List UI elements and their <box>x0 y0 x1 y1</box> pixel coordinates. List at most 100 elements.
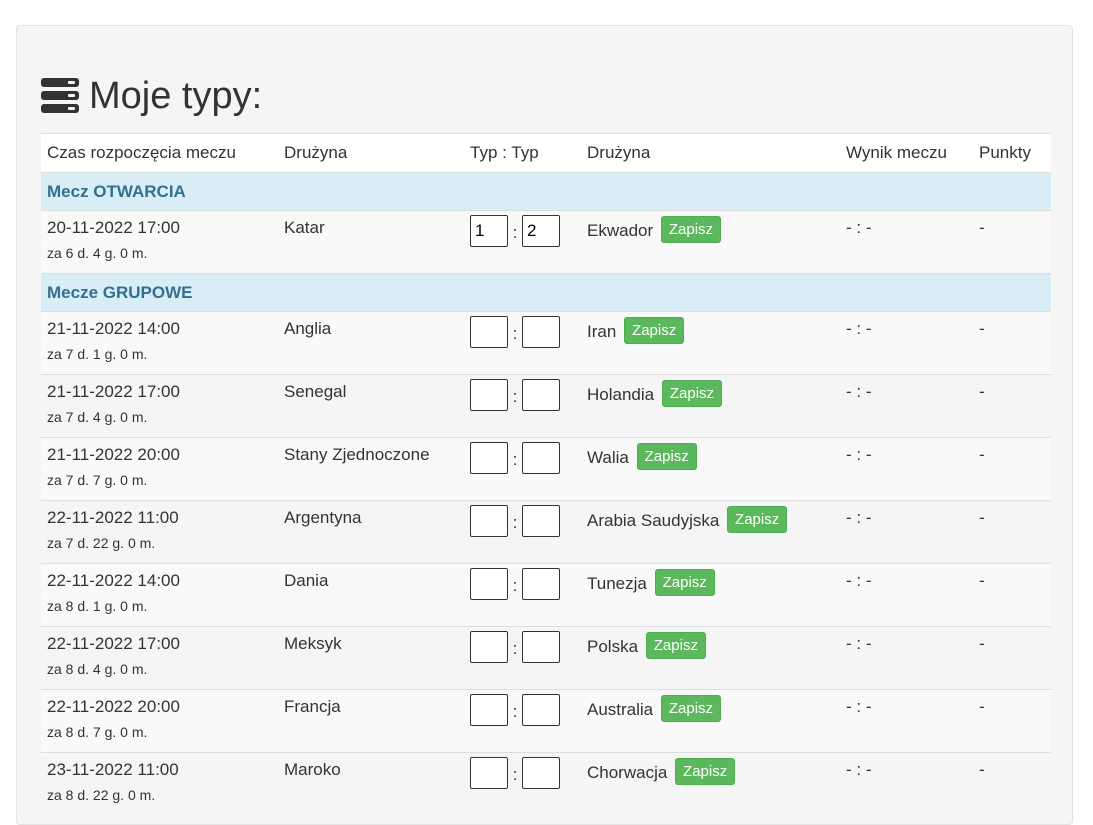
away-team-cell: Chorwacja Zapisz <box>581 752 840 816</box>
match-result: - : - <box>840 500 973 564</box>
group-title: Mecz OTWARCIA <box>41 172 1051 211</box>
score-separator: : <box>512 702 518 721</box>
away-team: Arabia Saudyjska <box>587 510 720 530</box>
points: - <box>973 311 1051 375</box>
start-time-cell: 21-11-2022 14:00 za 7 d. 1 g. 0 m. <box>41 311 278 375</box>
page-header: Moje typy: <box>41 74 262 118</box>
score-separator: : <box>512 513 518 532</box>
points: - <box>973 752 1051 816</box>
tip-home-input[interactable] <box>470 631 508 663</box>
tip-cell: : <box>464 752 581 816</box>
match-result: - : - <box>840 626 973 690</box>
score-separator: : <box>512 324 518 343</box>
away-team-cell: Australia Zapisz <box>581 689 840 753</box>
start-time-cell: 21-11-2022 20:00 za 7 d. 7 g. 0 m. <box>41 437 278 501</box>
tip-cell: : <box>464 626 581 690</box>
tip-away-input[interactable] <box>522 505 560 537</box>
tip-away-input[interactable] <box>522 694 560 726</box>
tips-panel: Moje typy: Czas rozpoczęcia meczu Drużyn… <box>16 25 1073 825</box>
tip-home-input[interactable] <box>470 757 508 789</box>
save-button[interactable]: Zapisz <box>636 443 697 470</box>
home-team: Argentyna <box>278 500 464 564</box>
points: - <box>973 437 1051 501</box>
tip-away-input[interactable] <box>522 316 560 348</box>
home-team: Meksyk <box>278 626 464 690</box>
away-team: Iran <box>587 321 617 341</box>
save-button[interactable]: Zapisz <box>654 569 715 596</box>
group-title: Mecze GRUPOWE <box>41 273 1051 312</box>
header-match-result: Wynik meczu <box>840 133 973 173</box>
tip-home-input[interactable] <box>470 215 508 247</box>
away-team: Holandia <box>587 384 655 404</box>
tip-cell: : <box>464 437 581 501</box>
save-button[interactable]: Zapisz <box>727 506 788 533</box>
save-button[interactable]: Zapisz <box>645 632 706 659</box>
match-row: 22-11-2022 11:00 za 7 d. 22 g. 0 m. Arge… <box>41 500 1051 564</box>
away-team-cell: Walia Zapisz <box>581 437 840 501</box>
header-home-team: Drużyna <box>278 133 464 173</box>
away-team-cell: Arabia Saudyjska Zapisz <box>581 500 840 564</box>
match-row: 21-11-2022 17:00 za 7 d. 4 g. 0 m. Seneg… <box>41 374 1051 438</box>
start-time-cell: 22-11-2022 14:00 za 8 d. 1 g. 0 m. <box>41 563 278 627</box>
tip-away-input[interactable] <box>522 379 560 411</box>
home-team: Stany Zjednoczone <box>278 437 464 501</box>
page-title: Moje typy: <box>89 75 263 117</box>
match-row: 22-11-2022 20:00 za 8 d. 7 g. 0 m. Franc… <box>41 689 1051 753</box>
score-separator: : <box>512 450 518 469</box>
points: - <box>973 626 1051 690</box>
database-icon <box>41 78 79 114</box>
points: - <box>973 500 1051 564</box>
match-row: 21-11-2022 20:00 za 7 d. 7 g. 0 m. Stany… <box>41 437 1051 501</box>
tip-away-input[interactable] <box>522 757 560 789</box>
save-button[interactable]: Zapisz <box>660 216 722 243</box>
start-time: 21-11-2022 14:00 <box>47 319 180 338</box>
tip-home-input[interactable] <box>470 316 508 348</box>
save-button[interactable]: Zapisz <box>661 380 723 407</box>
away-team-cell: Ekwador Zapisz <box>581 210 840 274</box>
points: - <box>973 689 1051 753</box>
points: - <box>973 210 1051 274</box>
start-time: 20-11-2022 17:00 <box>47 218 180 237</box>
match-row: 23-11-2022 11:00 za 8 d. 22 g. 0 m. Maro… <box>41 752 1051 816</box>
away-team: Ekwador <box>587 220 654 240</box>
start-time-cell: 20-11-2022 17:00 za 6 d. 4 g. 0 m. <box>41 210 278 274</box>
tip-cell: : <box>464 689 581 753</box>
save-button[interactable]: Zapisz <box>660 695 722 722</box>
tip-away-input[interactable] <box>522 631 560 663</box>
away-team: Polska <box>587 636 639 656</box>
tip-away-input[interactable] <box>522 215 560 247</box>
tip-home-input[interactable] <box>470 379 508 411</box>
tip-cell: : <box>464 311 581 375</box>
countdown: za 7 d. 22 g. 0 m. <box>47 535 156 551</box>
match-result: - : - <box>840 311 973 375</box>
tip-away-input[interactable] <box>522 568 560 600</box>
match-result: - : - <box>840 374 973 438</box>
tip-home-input[interactable] <box>470 505 508 537</box>
away-team-cell: Iran Zapisz <box>581 311 840 375</box>
away-team: Australia <box>587 699 654 719</box>
header-start-time: Czas rozpoczęcia meczu <box>41 133 278 173</box>
points: - <box>973 563 1051 627</box>
header-away-team: Drużyna <box>581 133 840 173</box>
header-points: Punkty <box>973 133 1051 173</box>
tip-cell: : <box>464 563 581 627</box>
tip-home-input[interactable] <box>470 442 508 474</box>
home-team: Maroko <box>278 752 464 816</box>
start-time: 22-11-2022 11:00 <box>47 508 179 527</box>
match-row: 20-11-2022 17:00 za 6 d. 4 g. 0 m. Katar… <box>41 210 1051 274</box>
save-button[interactable]: Zapisz <box>675 758 736 785</box>
points: - <box>973 374 1051 438</box>
start-time-cell: 23-11-2022 11:00 za 8 d. 22 g. 0 m. <box>41 752 278 816</box>
countdown: za 8 d. 4 g. 0 m. <box>47 661 148 677</box>
match-row: 21-11-2022 14:00 za 7 d. 1 g. 0 m. Angli… <box>41 311 1051 375</box>
tip-cell: : <box>464 500 581 564</box>
start-time-cell: 22-11-2022 20:00 za 8 d. 7 g. 0 m. <box>41 689 278 753</box>
tip-home-input[interactable] <box>470 568 508 600</box>
home-team: Dania <box>278 563 464 627</box>
save-button[interactable]: Zapisz <box>624 317 685 344</box>
away-team-cell: Tunezja Zapisz <box>581 563 840 627</box>
tips-table: Czas rozpoczęcia meczu Drużyna Typ : Typ… <box>41 133 1051 816</box>
tip-home-input[interactable] <box>470 694 508 726</box>
tip-away-input[interactable] <box>522 442 560 474</box>
tip-cell: : <box>464 210 581 274</box>
